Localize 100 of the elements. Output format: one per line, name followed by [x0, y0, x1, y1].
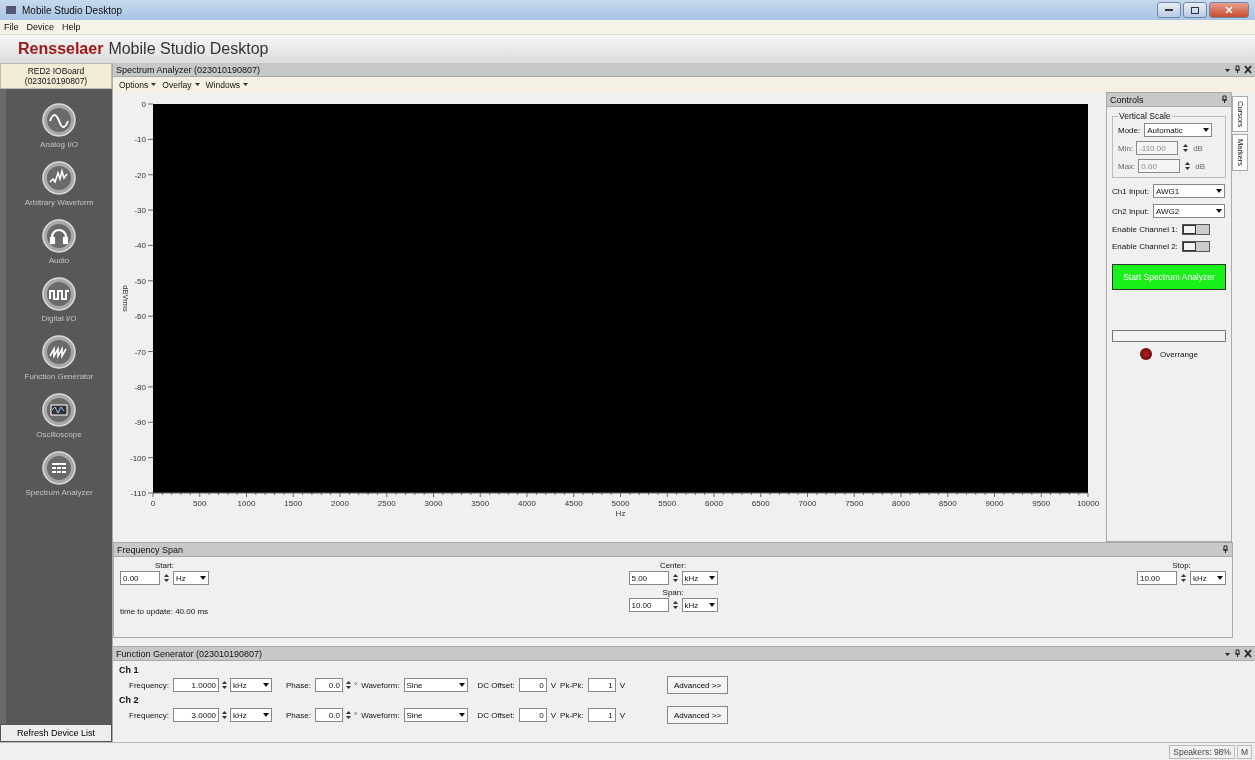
- x-tick-label: 0: [150, 499, 156, 508]
- number-field[interactable]: 0.0: [314, 678, 343, 692]
- x-tick-label: 2000: [331, 499, 349, 508]
- unit-dropdown[interactable]: kHz: [230, 708, 273, 722]
- unit-label: V: [619, 710, 625, 720]
- spin-arrows-icon[interactable]: [1179, 572, 1188, 584]
- field-label: Ch2 Input:: [1112, 206, 1149, 216]
- number-field[interactable]: 0: [518, 708, 547, 722]
- field-label: Enable Channel 1:: [1112, 225, 1178, 234]
- unit-dropdown[interactable]: kHz: [681, 598, 718, 612]
- spin-arrows-icon[interactable]: [670, 599, 680, 611]
- number-field[interactable]: 0.0: [314, 708, 343, 722]
- waveform-dropdown[interactable]: Sine: [403, 708, 468, 722]
- number-field[interactable]: 1.0000: [173, 678, 220, 692]
- x-tick-label: 5500: [658, 499, 677, 508]
- headphones-icon[interactable]: [42, 219, 76, 253]
- toggle-switch[interactable]: [1181, 241, 1210, 252]
- close-icon[interactable]: [1244, 649, 1252, 658]
- unit-dropdown[interactable]: kHz: [1190, 571, 1226, 585]
- pin-icon[interactable]: [1234, 649, 1241, 658]
- x-tick-label: 1500: [284, 499, 303, 508]
- spin-arrows-icon[interactable]: [343, 709, 353, 721]
- number-field[interactable]: 0: [518, 678, 547, 692]
- field-label: Mode:: [1118, 125, 1141, 135]
- app-icon: [6, 6, 16, 14]
- pin-icon[interactable]: [1222, 545, 1229, 554]
- pin-icon[interactable]: [1221, 95, 1228, 104]
- tool-label[interactable]: Digital I/O: [41, 314, 77, 323]
- pin-icon[interactable]: [1234, 65, 1241, 74]
- x-tick-label: 10000: [1076, 499, 1100, 508]
- device-tab[interactable]: RED2 IOBoard (023010190807): [0, 63, 112, 89]
- field-label: Phase:: [286, 710, 311, 720]
- bars-icon[interactable]: [42, 451, 76, 485]
- number-field[interactable]: 10.00: [628, 598, 669, 612]
- number-field[interactable]: 1: [587, 708, 616, 722]
- scope-icon[interactable]: [42, 393, 76, 427]
- tool-label[interactable]: Function Generator: [24, 372, 94, 381]
- field-label: Span:: [662, 588, 684, 597]
- number-field[interactable]: 0.00: [1138, 159, 1181, 173]
- unit-dropdown[interactable]: kHz: [230, 678, 273, 692]
- spin-arrows-icon[interactable]: [220, 679, 230, 691]
- waveform-dropdown[interactable]: Sine: [403, 678, 468, 692]
- field-label: Stop:: [1172, 561, 1191, 570]
- tool-label[interactable]: Spectrum Analyzer: [25, 488, 93, 497]
- input-dropdown[interactable]: AWG1: [1152, 184, 1225, 198]
- unit-dropdown[interactable]: Hz: [173, 571, 209, 585]
- x-tick-label: 3500: [471, 499, 490, 508]
- number-field[interactable]: 10.00: [1137, 571, 1177, 585]
- x-tick-label: 4000: [518, 499, 536, 508]
- advanced-button[interactable]: Advanced >>: [666, 676, 729, 694]
- panel-menu-item[interactable]: Windows: [205, 79, 249, 90]
- unit-label: dB: [1195, 161, 1206, 171]
- arbitrary-icon[interactable]: [42, 161, 76, 195]
- number-field[interactable]: 1: [587, 678, 616, 692]
- panel-title: Function Generator (023010190807): [116, 648, 263, 659]
- field-label: Ch1 Input:: [1112, 186, 1149, 196]
- x-tick-label: 2500: [377, 499, 396, 508]
- refresh-button[interactable]: Refresh Device List: [0, 724, 112, 742]
- unit-dropdown[interactable]: kHz: [681, 571, 718, 585]
- menu-item[interactable]: Help: [62, 22, 81, 32]
- advanced-button[interactable]: Advanced >>: [666, 706, 729, 724]
- spin-arrows-icon[interactable]: [162, 572, 171, 584]
- mode-dropdown[interactable]: Automatic: [1144, 123, 1213, 137]
- number-field[interactable]: 5.00: [628, 571, 669, 585]
- maximize-icon: [1191, 6, 1199, 14]
- maximize-button[interactable]: [1183, 2, 1207, 18]
- x-axis-title: Hz: [615, 509, 626, 518]
- input-dropdown[interactable]: AWG2: [1152, 204, 1225, 218]
- spin-arrows-icon[interactable]: [343, 679, 353, 691]
- update-time: time to update: 40.00 ms: [120, 607, 209, 616]
- tool-label[interactable]: Analog I/O: [40, 140, 78, 149]
- toggle-switch[interactable]: [1181, 224, 1210, 235]
- unit-label: °: [353, 710, 358, 720]
- sawtooth-icon[interactable]: [42, 335, 76, 369]
- x-tick-label: 6000: [705, 499, 723, 508]
- field-label: Pk-Pk:: [560, 680, 584, 690]
- y-tick-label: -20: [134, 170, 146, 180]
- minimize-button[interactable]: [1157, 2, 1181, 18]
- menu-item[interactable]: File: [4, 22, 19, 32]
- channel-name: Ch 2: [119, 695, 139, 705]
- panel-menu-item[interactable]: Overlay: [162, 79, 200, 90]
- close-icon[interactable]: [1244, 65, 1252, 74]
- tool-label[interactable]: Audio: [48, 256, 70, 265]
- spin-arrows-icon[interactable]: [670, 572, 680, 584]
- tool-label[interactable]: Arbitrary Waveform: [24, 198, 94, 207]
- tool-label[interactable]: Oscilloscope: [36, 430, 82, 439]
- x-tick-label: 3000: [424, 499, 443, 508]
- spin-arrows-icon[interactable]: [1181, 142, 1191, 154]
- number-field[interactable]: 3.0000: [173, 708, 220, 722]
- spin-arrows-icon[interactable]: [1183, 160, 1193, 172]
- number-field[interactable]: 0.00: [120, 571, 160, 585]
- panel-menu-item[interactable]: Options: [119, 79, 157, 90]
- field-label: Center:: [659, 561, 687, 570]
- spin-arrows-icon[interactable]: [220, 709, 230, 721]
- field-label: Pk-Pk:: [560, 710, 584, 720]
- field-label: Max:: [1118, 161, 1136, 171]
- menu-item[interactable]: Device: [26, 22, 55, 32]
- number-field[interactable]: -110.00: [1136, 141, 1179, 155]
- sine-icon[interactable]: [42, 103, 76, 137]
- caret-icon: [194, 82, 200, 87]
